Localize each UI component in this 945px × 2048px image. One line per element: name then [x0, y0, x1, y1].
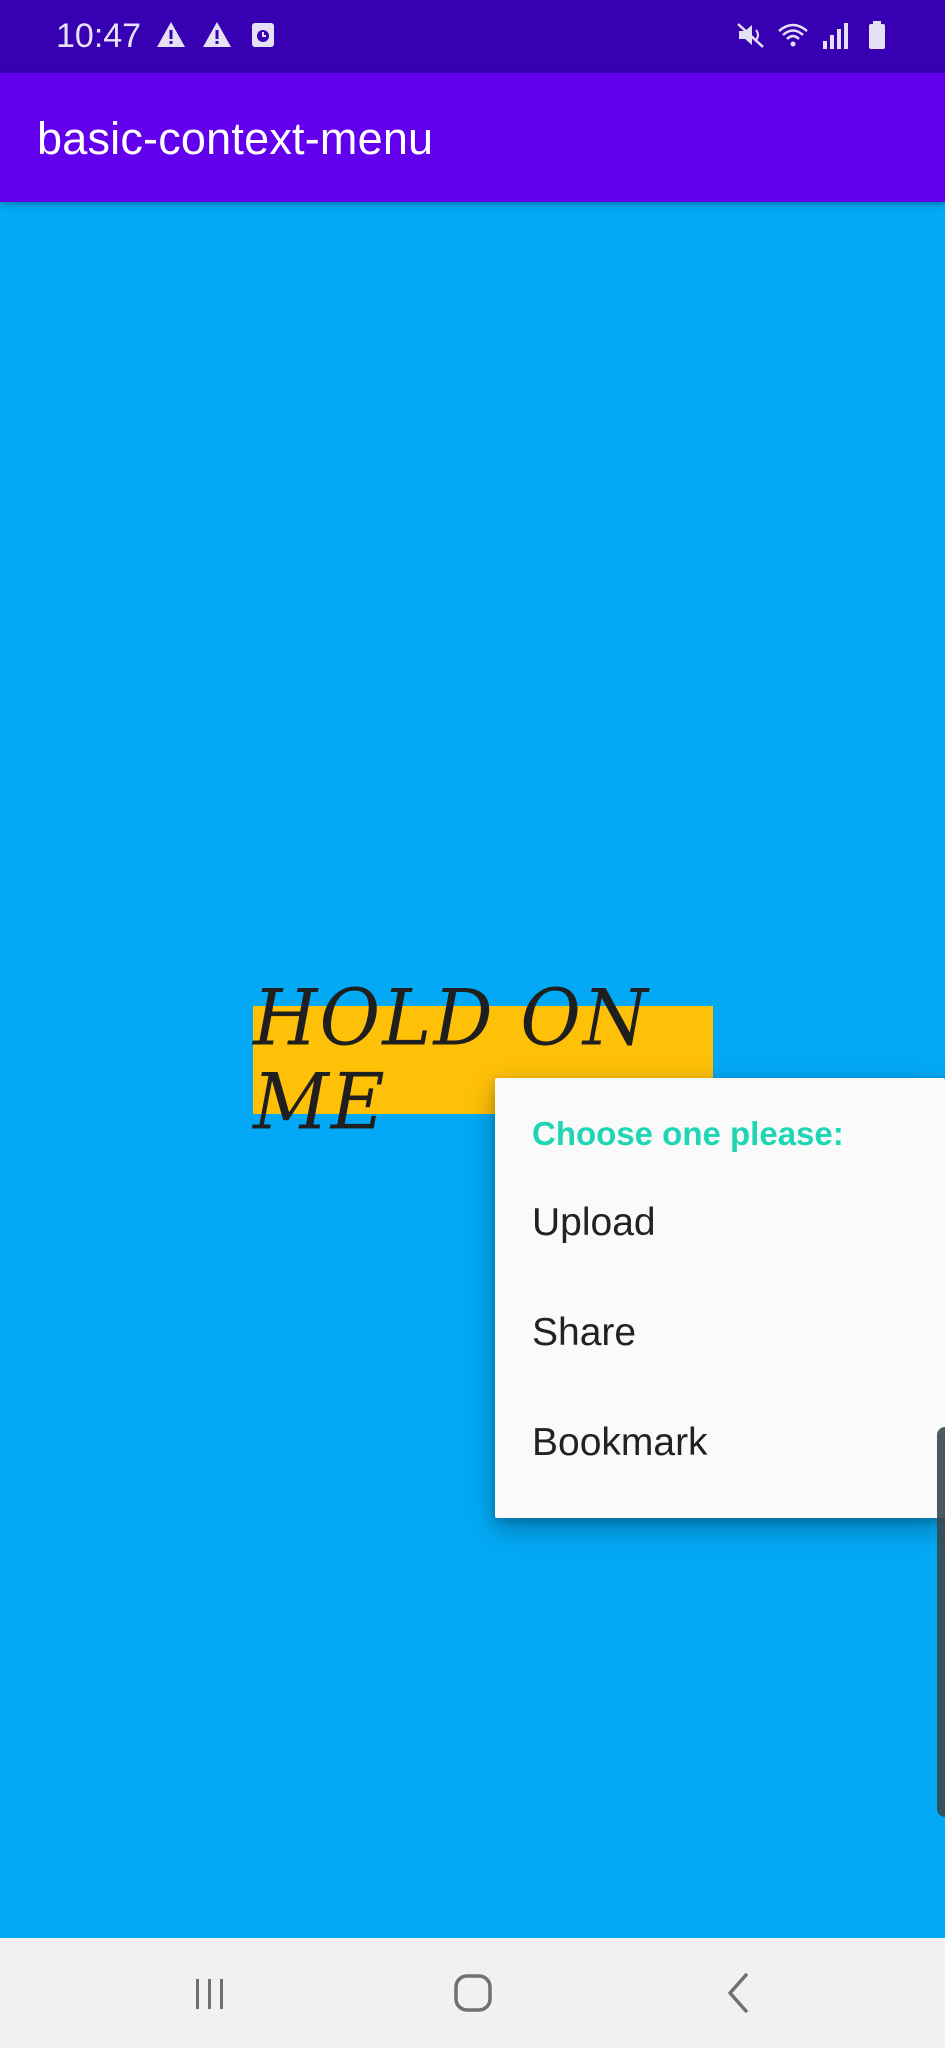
warning-icon [157, 22, 185, 47]
status-bar: 10:47 [0, 0, 945, 73]
battery-icon [869, 21, 885, 49]
warning-icon [203, 22, 231, 47]
system-icons [735, 18, 893, 52]
notification-icons [155, 18, 279, 52]
back-icon [728, 1973, 748, 2013]
app-title: basic-context-menu [37, 113, 434, 164]
menu-item-upload[interactable]: Upload [495, 1168, 945, 1278]
wifi-icon [778, 23, 808, 47]
navigation-bar [0, 1938, 945, 2048]
back-button[interactable] [708, 1963, 768, 2023]
menu-item-label: Share [532, 1311, 637, 1354]
recent-apps-button[interactable] [180, 1963, 240, 2023]
menu-item-label: Bookmark [532, 1421, 708, 1464]
status-time: 10:47 [56, 17, 142, 55]
context-menu-header: Choose one please: [532, 1115, 844, 1152]
app-bar: basic-context-menu [0, 73, 945, 202]
home-icon [454, 1974, 492, 2012]
menu-item-bookmark[interactable]: Bookmark [495, 1388, 945, 1498]
recent-apps-icon [196, 1979, 223, 2009]
menu-item-label: Upload [532, 1201, 656, 1244]
screen-recorder-icon [252, 23, 274, 47]
home-button[interactable] [443, 1963, 503, 2023]
mute-icon [737, 23, 764, 48]
signal-icon [823, 23, 848, 49]
context-menu: Choose one please: Upload Share Bookmark [495, 1078, 945, 1518]
menu-item-share[interactable]: Share [495, 1278, 945, 1388]
edge-panel-handle[interactable] [937, 1427, 945, 1817]
app-screen: 10:47 basic-context-menu HOLD ON ME Choo… [0, 0, 945, 2048]
